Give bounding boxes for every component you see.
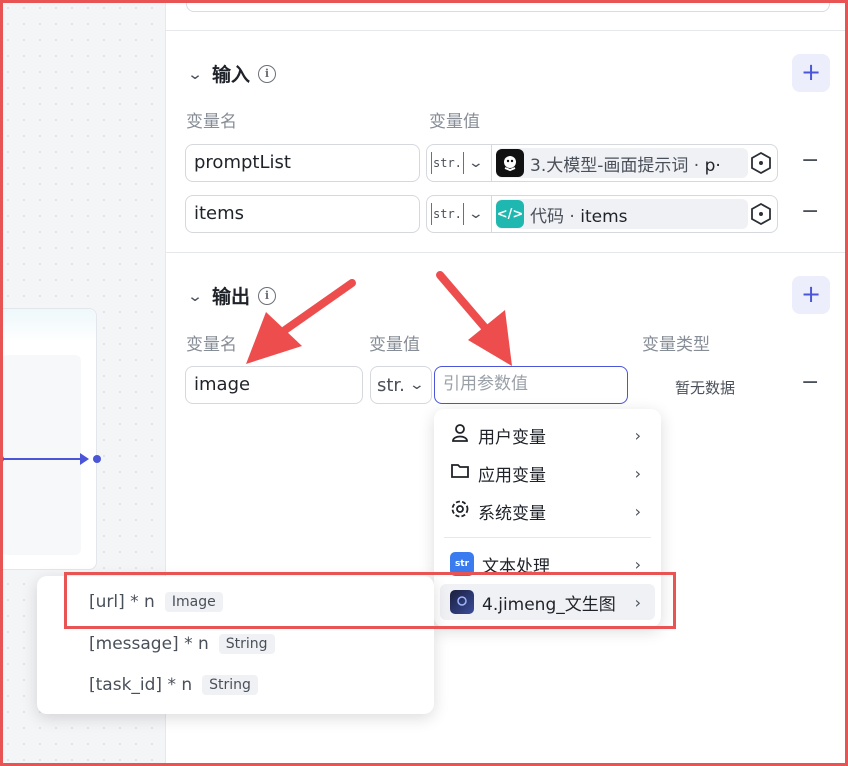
input-col-value-label: 变量值 (429, 112, 480, 132)
user-icon (450, 423, 470, 448)
chevron-right-icon: › (634, 554, 641, 574)
ref-chip[interactable]: 3.大模型-画面提示词 · p· (496, 148, 748, 178)
remove-input-button[interactable]: − (801, 199, 819, 224)
dropdown-item-label: 系统变量 (478, 503, 546, 524)
submenu-item-label: [url] * n (89, 592, 155, 612)
section-divider (166, 252, 848, 253)
gear-icon (450, 499, 470, 524)
input-section-title: 输入 (212, 64, 251, 86)
edge-connector (0, 458, 86, 460)
info-icon[interactable]: i (258, 64, 277, 83)
output-var-type: 暂无数据 (675, 379, 736, 397)
ref-chip[interactable]: </> 代码 · items (496, 199, 748, 229)
text-process-app-icon: str (450, 552, 474, 576)
dropdown-item-label: 用户变量 (478, 427, 546, 448)
settings-hex-icon[interactable] (750, 152, 772, 174)
node-header (0, 309, 96, 343)
dropdown-item-label: 4.jimeng_文生图 (482, 594, 616, 615)
add-input-button[interactable]: + (792, 54, 830, 92)
dropdown-item-user-vars[interactable]: 用户变量 › (440, 417, 655, 453)
ref-var-name: p· (704, 155, 721, 176)
chevron-right-icon: › (634, 463, 641, 483)
output-col-name-label: 变量名 (186, 335, 237, 355)
remove-input-button[interactable]: − (801, 148, 819, 173)
node-output-handle[interactable] (93, 455, 101, 463)
input-ref-value-field[interactable]: </> 代码 · items (492, 195, 778, 233)
dropdown-item-text-process[interactable]: str 文本处理 › (440, 546, 655, 582)
chevron-down-icon[interactable]: ⌄ (183, 287, 206, 305)
previous-field[interactable] (186, 0, 830, 12)
output-section-header[interactable]: ⌄ 输出 i (183, 282, 277, 309)
dropdown-item-app-vars[interactable]: 应用变量 › (440, 455, 655, 491)
node-output-submenu: [url] * n Image [message] * n String [ta… (37, 576, 434, 714)
ref-node-name: 代码 · (530, 206, 581, 227)
dropdown-item-jimeng[interactable]: 4.jimeng_文生图 › (440, 584, 655, 620)
info-icon[interactable]: i (258, 286, 277, 305)
jimeng-app-icon (450, 590, 474, 614)
input-var-name-field[interactable]: promptList (185, 144, 420, 182)
submenu-item-label: [message] * n (89, 634, 209, 654)
type-tag: Image (164, 592, 223, 612)
folder-icon (450, 461, 470, 486)
input-type-select[interactable]: str. ⌄ (426, 195, 492, 233)
chevron-down-icon[interactable]: ⌄ (183, 65, 206, 83)
output-col-value-label: 变量值 (369, 335, 420, 355)
chevron-down-icon: ⌄ (467, 155, 484, 171)
output-type-select[interactable]: str. ⌄ (370, 366, 432, 404)
variable-ref-dropdown: 用户变量 › 应用变量 › 系统变量 › str 文本处理 › 4.jimeng… (434, 409, 661, 627)
type-tag: String (202, 675, 258, 695)
add-output-button[interactable]: + (792, 276, 830, 314)
input-col-name-label: 变量名 (186, 112, 237, 132)
dropdown-item-label: 应用变量 (478, 465, 546, 486)
llm-node-icon (496, 149, 524, 177)
submenu-item-label: [task_id] * n (89, 675, 193, 695)
chevron-right-icon: › (634, 592, 641, 612)
ref-node-name: 3.大模型-画面提示词 · (530, 155, 705, 176)
type-str-badge: str. (431, 152, 464, 174)
dropdown-item-system-vars[interactable]: 系统变量 › (440, 493, 655, 529)
chevron-right-icon: › (634, 501, 641, 521)
input-section-header[interactable]: ⌄ 输入 i (183, 60, 277, 87)
remove-output-button[interactable]: − (801, 370, 819, 395)
output-section-title: 输出 (212, 286, 251, 308)
submenu-item-task-id[interactable]: [task_id] * n String (89, 675, 258, 695)
submenu-item-url[interactable]: [url] * n Image (89, 592, 223, 612)
node-body (1, 355, 81, 555)
code-node-icon: </> (496, 200, 524, 228)
input-var-name-field[interactable]: items (185, 195, 420, 233)
chevron-down-icon: ⌄ (408, 377, 425, 393)
dropdown-divider (444, 537, 651, 538)
edge-arrowhead (80, 453, 89, 465)
workflow-node-card[interactable] (0, 308, 97, 570)
output-var-name-field[interactable]: image (185, 366, 363, 404)
dropdown-item-label: 文本处理 (482, 556, 550, 577)
input-type-select[interactable]: str. ⌄ (426, 144, 492, 182)
type-tag: String (218, 634, 275, 654)
chevron-right-icon: › (634, 425, 641, 445)
section-divider (166, 30, 848, 31)
type-str-badge: str. (431, 203, 464, 225)
output-col-type-label: 变量类型 (642, 335, 710, 355)
settings-hex-icon[interactable] (750, 203, 772, 225)
input-ref-value-field[interactable]: 3.大模型-画面提示词 · p· (492, 144, 778, 182)
output-ref-value-input[interactable]: 引用参数值 (434, 366, 628, 404)
submenu-item-message[interactable]: [message] * n String (89, 634, 275, 654)
ref-var-name: items (580, 206, 628, 227)
chevron-down-icon: ⌄ (467, 206, 484, 222)
output-type-value: str. (377, 374, 405, 396)
